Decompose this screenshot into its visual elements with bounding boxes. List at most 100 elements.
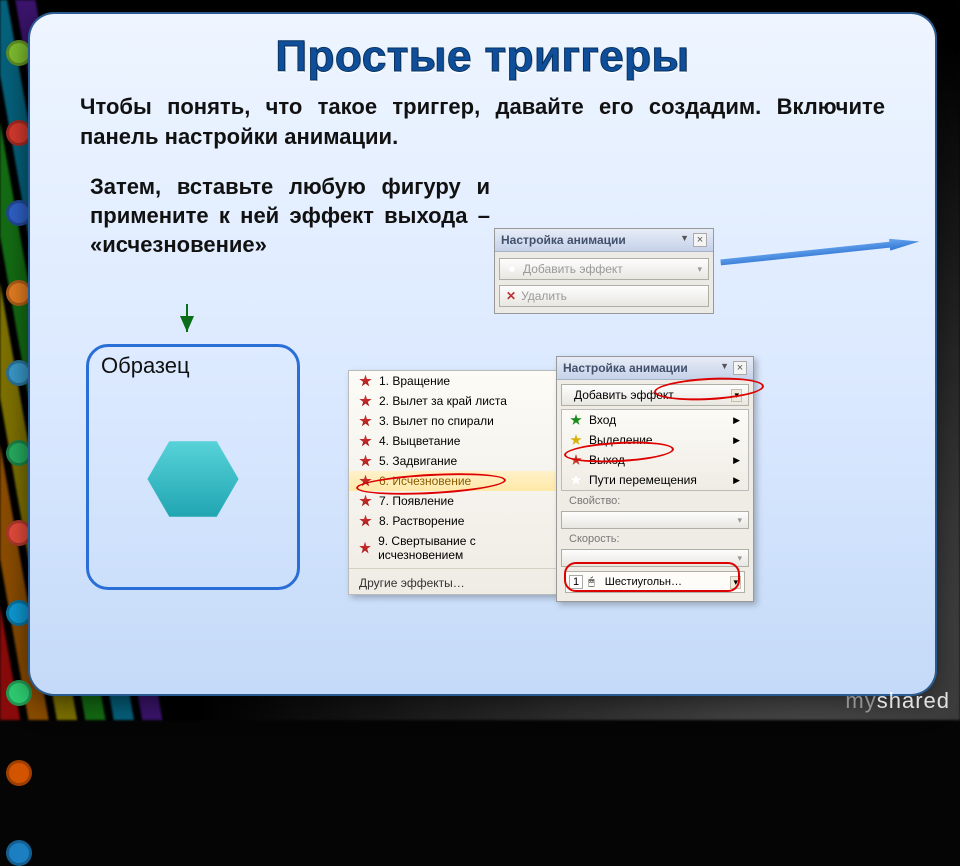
- star-icon: [359, 415, 372, 428]
- slide-card: Простые триггеры Чтобы понять, что такое…: [30, 14, 935, 694]
- add-effect-button[interactable]: Добавить эффект ▾: [499, 258, 709, 280]
- dropdown-caret-icon[interactable]: ▼: [680, 233, 689, 247]
- chevron-right-icon: ▶: [733, 455, 740, 466]
- caret-icon: ▾: [730, 576, 741, 589]
- fx-label: 5. Задвигание: [379, 454, 457, 468]
- dot: [6, 840, 32, 866]
- star-icon: [570, 454, 582, 466]
- speed-label: Скорость:: [561, 529, 749, 549]
- speed-select[interactable]: ▾: [561, 549, 749, 567]
- menu-item-enter[interactable]: Вход ▶: [562, 410, 748, 430]
- delete-label: Удалить: [521, 289, 567, 303]
- menu-item-emphasis[interactable]: Выделение ▶: [562, 430, 748, 450]
- fx-item[interactable]: 3. Вылет по спирали: [349, 411, 561, 431]
- star-icon: [570, 474, 582, 486]
- star-icon: [359, 395, 372, 408]
- callout-arrow-icon: [720, 236, 920, 269]
- slot-name: Шестиугольн…: [605, 576, 682, 588]
- fx-label: 1. Вращение: [379, 374, 450, 388]
- dot: [6, 120, 32, 146]
- caret-icon: ▾: [737, 515, 742, 526]
- animation-dropdown: Настройка анимации ▼ × Добавить эффект ▾…: [556, 356, 754, 602]
- add-effect-dropdown[interactable]: Добавить эффект ▾: [561, 384, 749, 406]
- menu-item-exit[interactable]: Выход ▶: [562, 450, 748, 470]
- slide-title: Простые триггеры: [54, 32, 911, 82]
- fx-label: 9. Свертывание с исчезновением: [378, 534, 551, 562]
- close-icon[interactable]: ×: [693, 233, 707, 247]
- watermark-main: shared: [877, 688, 950, 713]
- exit-effects-flyout: 1. Вращение 2. Вылет за край листа 3. Вы…: [348, 370, 562, 595]
- menu-label: Пути перемещения: [589, 473, 697, 487]
- dot: [6, 760, 32, 786]
- delete-icon: ✕: [506, 289, 516, 303]
- dropdown-titlebar: Настройка анимации ▼ ×: [557, 357, 753, 380]
- star-icon: [359, 435, 372, 448]
- fx-label: 8. Растворение: [379, 514, 464, 528]
- side-dots: [6, 40, 32, 866]
- dot: [6, 360, 32, 386]
- fx-label: 6. Исчезновение: [379, 474, 471, 488]
- property-select[interactable]: ▾: [561, 511, 749, 529]
- fx-label: 2. Вылет за край листа: [379, 394, 507, 408]
- fx-item[interactable]: 9. Свертывание с исчезновением: [349, 531, 561, 565]
- intro-paragraph: Чтобы понять, что такое триггер, давайте…: [54, 92, 911, 151]
- star-icon: [359, 455, 372, 468]
- fx-item[interactable]: 2. Вылет за край листа: [349, 391, 561, 411]
- animation-panel: Настройка анимации ▼ × Добавить эффект ▾…: [494, 228, 714, 314]
- dot: [6, 440, 32, 466]
- star-icon: [359, 475, 372, 488]
- separator: [349, 568, 561, 569]
- dot: [6, 280, 32, 306]
- watermark: myshared: [845, 688, 950, 714]
- star-icon: [359, 515, 372, 528]
- dot: [6, 40, 32, 66]
- dot: [6, 600, 32, 626]
- fx-item[interactable]: 7. Появление: [349, 491, 561, 511]
- hexagon-shape[interactable]: [146, 438, 241, 520]
- fx-item[interactable]: 5. Задвигание: [349, 451, 561, 471]
- fx-item-selected[interactable]: 6. Исчезновение: [349, 471, 561, 491]
- add-effect-label: Добавить эффект: [574, 388, 674, 402]
- fx-label: 4. Выцветание: [379, 434, 460, 448]
- chevron-right-icon: ▶: [733, 475, 740, 486]
- dropdown-caret-icon[interactable]: ▼: [720, 361, 729, 375]
- dot: [6, 520, 32, 546]
- mouse-icon: 🖱: [588, 576, 595, 589]
- star-icon: [359, 495, 372, 508]
- chevron-right-icon: ▶: [733, 415, 740, 426]
- effect-category-list: Вход ▶ Выделение ▶ Выход ▶ Пути перемеще…: [561, 409, 749, 491]
- watermark-pre: my: [845, 688, 876, 713]
- star-icon: [570, 414, 582, 426]
- add-effect-label: Добавить эффект: [523, 262, 623, 276]
- menu-label: Выход: [589, 453, 625, 467]
- menu-label: Вход: [589, 413, 616, 427]
- delete-effect-button[interactable]: ✕ Удалить: [499, 285, 709, 307]
- close-icon[interactable]: ×: [733, 361, 747, 375]
- slot-index: 1: [569, 575, 583, 589]
- arrow-down-icon: [180, 316, 194, 332]
- star-icon: [359, 375, 372, 388]
- fx-item[interactable]: 4. Выцветание: [349, 431, 561, 451]
- star-icon: [506, 263, 518, 275]
- menu-label: Выделение: [589, 433, 653, 447]
- fx-more[interactable]: Другие эффекты…: [349, 572, 561, 594]
- sample-label: Образец: [101, 353, 190, 379]
- animation-slot[interactable]: 1 🖱 Шестиугольн… ▾: [565, 571, 745, 593]
- fx-item[interactable]: 1. Вращение: [349, 371, 561, 391]
- star-icon: [359, 542, 371, 555]
- sample-box: Образец: [86, 344, 300, 590]
- dropdown-title: Настройка анимации: [563, 361, 688, 375]
- menu-item-motion[interactable]: Пути перемещения ▶: [562, 470, 748, 490]
- fx-label: 7. Появление: [379, 494, 454, 508]
- panel-titlebar: Настройка анимации ▼ ×: [495, 229, 713, 252]
- dot: [6, 680, 32, 706]
- caret-icon: ▾: [697, 264, 702, 275]
- dot: [6, 200, 32, 226]
- caret-icon: ▾: [731, 389, 742, 402]
- panel-title: Настройка анимации: [501, 233, 626, 247]
- chevron-right-icon: ▶: [733, 435, 740, 446]
- property-label: Свойство:: [561, 491, 749, 511]
- star-icon: [570, 434, 582, 446]
- caret-icon: ▾: [737, 553, 742, 564]
- fx-item[interactable]: 8. Растворение: [349, 511, 561, 531]
